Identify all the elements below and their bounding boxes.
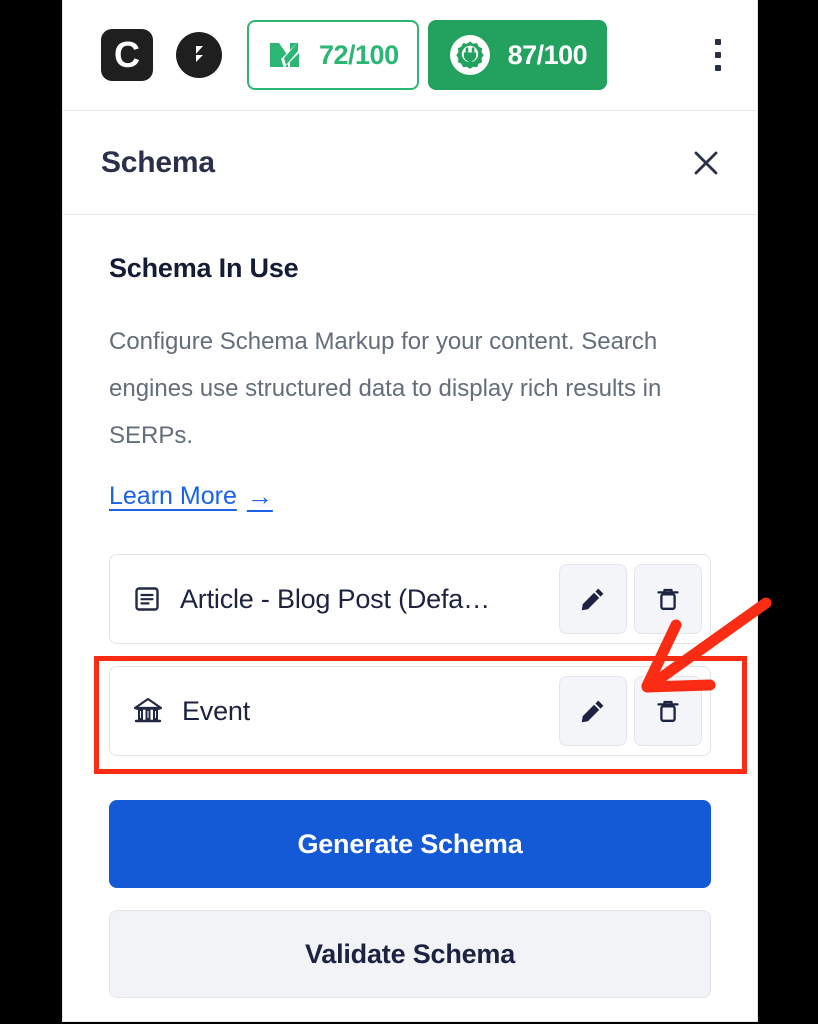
edit-schema-button[interactable] [559, 564, 627, 635]
rankmath-logo-icon [270, 41, 299, 68]
learn-more-label: Learn More [109, 482, 237, 511]
learn-more-link[interactable]: Learn More → [109, 481, 273, 512]
schema-row-event[interactable]: Event [109, 666, 711, 757]
validate-schema-button[interactable]: Validate Schema [109, 910, 711, 999]
kebab-dot [715, 65, 721, 71]
arrow-right-icon: → [246, 481, 273, 512]
screenshot-root: C 72/100 87/100 Schema Schema In Use Con… [0, 0, 818, 1024]
clearscope-c-letter: C [114, 34, 140, 75]
schema-list: Article - Blog Post (Defa… Event [109, 554, 711, 757]
section-description: Configure Schema Markup for your content… [109, 328, 662, 450]
schema-actions: Generate Schema Validate Schema [109, 800, 711, 999]
clearscope-c-icon[interactable]: C [101, 29, 153, 81]
delete-schema-button[interactable] [634, 676, 702, 747]
kebab-dot [715, 52, 721, 58]
delete-schema-button[interactable] [634, 564, 702, 635]
generate-schema-button[interactable]: Generate Schema [109, 800, 711, 889]
schema-row-label: Article - Blog Post (Defa… [180, 583, 490, 614]
rankmath-score-badge[interactable]: 72/100 [247, 20, 419, 90]
edit-schema-button[interactable] [559, 676, 627, 747]
kebab-menu-icon[interactable] [703, 32, 733, 78]
document-lines-icon [132, 584, 162, 614]
pencil-icon [581, 588, 604, 611]
pencil-icon [581, 700, 604, 723]
close-icon[interactable] [683, 140, 729, 186]
schema-row-article[interactable]: Article - Blog Post (Defa… [109, 554, 711, 645]
plugin-score-badge[interactable]: 87/100 [427, 20, 608, 90]
schema-row-label: Event [182, 695, 251, 726]
rankmath-score-value: 72/100 [319, 39, 399, 70]
pavilion-icon [132, 695, 164, 727]
kebab-dot [715, 39, 721, 45]
schema-sidebar-panel: C 72/100 87/100 Schema Schema In Use Con… [62, 0, 758, 1022]
plugin-score-value: 87/100 [507, 39, 588, 70]
plugin-toolbar: C 72/100 87/100 [63, 0, 757, 111]
trash-icon [657, 700, 679, 723]
bloggle-b-icon[interactable] [176, 32, 222, 78]
section-title: Schema In Use [109, 253, 299, 283]
trash-icon [657, 588, 679, 611]
gear-plug-icon [449, 35, 490, 75]
panel-content: Schema In Use Configure Schema Markup fo… [63, 215, 757, 999]
page-title: Schema [101, 145, 215, 179]
panel-titlebar: Schema [63, 111, 757, 215]
